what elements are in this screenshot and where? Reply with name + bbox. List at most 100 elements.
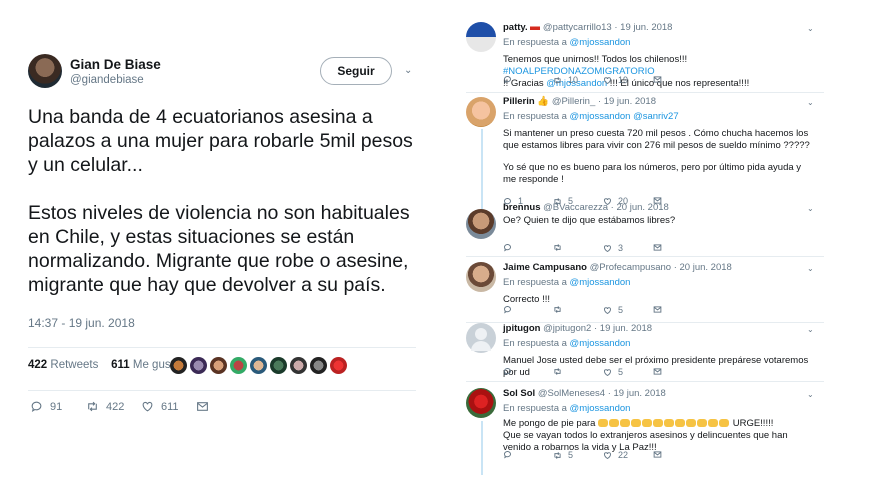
retweet-button[interactable]: 10 [553,75,578,85]
reply-author-name[interactable]: jpitugon [503,323,540,334]
avatar[interactable] [230,357,247,374]
reply-author-name[interactable]: Sol Sol [503,388,535,399]
reply-author-handle[interactable]: @Profecampusano [590,262,671,273]
retweet-button[interactable] [553,367,568,376]
chevron-down-icon[interactable]: ⌄ [807,390,814,399]
avatar[interactable] [310,357,327,374]
tweet-paragraph: Una banda de 4 ecuatorianos asesina a pa… [28,106,413,176]
mention-link[interactable]: @sanriv27 [633,111,679,122]
heart-icon [604,244,611,252]
avatar[interactable] [330,357,347,374]
avatar[interactable] [250,357,267,374]
reply-author-name[interactable]: patty. [503,22,528,33]
like-button[interactable]: 22 [603,450,628,460]
reply-author-handle[interactable]: @pattycarrillo13 [543,22,612,33]
reply-button[interactable] [503,367,518,376]
reply-author-name[interactable]: Jaime Campusano [503,262,587,273]
mention-link[interactable]: @mjossandon [570,338,631,349]
avatar[interactable] [466,209,496,239]
author-name[interactable]: Gian De Biase [70,57,161,72]
reply-date[interactable]: 19 jun. 2018 [604,96,656,107]
reply-icon [504,244,511,252]
reply-date[interactable]: 19 jun. 2018 [600,323,652,334]
like-button[interactable]: 5 [603,305,623,315]
reply-button[interactable] [503,450,518,459]
retweet-button[interactable] [553,305,568,314]
like-button[interactable]: 19 [603,75,628,85]
mention-link[interactable]: @mjossandon [570,277,631,288]
avatar[interactable] [466,22,496,52]
reply-date[interactable]: 20 jun. 2018 [680,262,732,273]
retweet-icon [554,306,561,313]
message-button[interactable] [653,75,662,84]
retweet-icon [554,451,561,459]
like-button[interactable]: 3 [603,243,623,253]
reply-date[interactable]: 19 jun. 2018 [620,22,672,33]
message-button[interactable] [653,450,662,459]
reply-text: Me pongo de pie para URGE!!!!! Que se vay… [503,418,788,453]
reply-author-handle[interactable]: @SolMeneses4 [538,388,605,399]
reply-button[interactable] [503,305,518,314]
retweet-button[interactable]: 5 [553,450,573,460]
reply-context: En respuesta a @mjossandon [503,338,631,349]
author-handle[interactable]: @giandebiase [70,74,144,86]
reply-tweet[interactable]: Pillerin 👍 @Pillerin_ · 19 jun. 2018 En … [466,93,824,211]
reply-icon [504,306,511,314]
mention-link[interactable]: @mjossandon [570,403,631,414]
thumbs-up-icon: 👍 [537,96,550,107]
reply-tweet[interactable]: brennus @BVaccarezza · 20 jun. 2018 Oe? … [466,202,824,260]
reply-icon [504,76,511,84]
retweet-button[interactable] [553,243,568,252]
retweet-icon [554,368,561,375]
reply-author-name[interactable]: Pillerin [503,96,535,107]
chevron-down-icon[interactable]: ⌄ [807,264,814,273]
reply-tweet[interactable]: Sol Sol @SolMeneses4 · 19 jun. 2018 En r… [466,383,824,478]
flag-icon [530,23,541,30]
reply-text: Si mantener un preso cuesta 720 mil peso… [503,128,810,151]
like-button[interactable]: 5 [603,367,623,377]
avatar[interactable] [270,357,287,374]
reply-tweet[interactable]: jpitugon @jpitugon2 · 19 jun. 2018 En re… [466,323,824,382]
avatar[interactable] [466,262,496,292]
avatar[interactable] [210,357,227,374]
chevron-down-icon[interactable]: ⌄ [807,204,814,213]
reply-author-handle[interactable]: @BVaccarezza [543,202,608,213]
envelope-icon [653,244,662,251]
retweet-button[interactable]: 422 [86,400,124,413]
reply-button[interactable] [503,243,518,252]
message-button[interactable] [653,305,662,314]
message-button[interactable] [196,400,209,413]
reply-author-handle[interactable]: @jpitugon2 [543,323,591,334]
avatar[interactable] [466,323,496,353]
chevron-down-icon[interactable]: ⌄ [807,98,814,107]
avatar[interactable] [466,97,496,127]
reply-tweet[interactable]: patty. @pattycarrillo13 · 19 jun. 2018 E… [466,16,824,93]
reply-date[interactable]: 19 jun. 2018 [614,388,666,399]
avatar[interactable] [290,357,307,374]
chevron-down-icon[interactable]: ⌄ [404,65,412,76]
chevron-down-icon[interactable]: ⌄ [807,325,814,334]
author-avatar[interactable] [28,54,62,88]
reply-button[interactable]: 91 [30,400,62,413]
avatar[interactable] [190,357,207,374]
divider [466,381,824,382]
avatar[interactable] [466,388,496,418]
message-button[interactable] [653,367,662,376]
reply-date[interactable]: 20 jun. 2018 [617,202,669,213]
avatar[interactable] [170,357,187,374]
retweet-icon [86,400,99,413]
like-count: 611 [161,400,179,413]
reply-author-name[interactable]: brennus [503,202,540,213]
chevron-down-icon[interactable]: ⌄ [807,24,814,33]
tweet-timestamp[interactable]: 14:37 - 19 jun. 2018 [28,316,416,330]
mention-link[interactable]: @mjossandon [570,111,631,122]
like-button[interactable]: 611 [141,400,179,413]
reply-button[interactable] [503,75,518,84]
mention-link[interactable]: @mjossandon [570,37,631,48]
divider [28,390,416,391]
follow-button[interactable]: Seguir [320,57,392,85]
retweets-stat[interactable]: 422 Retweets [28,359,98,371]
reply-tweet[interactable]: Jaime Campusano @Profecampusano · 20 jun… [466,257,824,323]
reply-author-handle[interactable]: @Pillerin_ [552,96,595,107]
message-button[interactable] [653,243,662,252]
